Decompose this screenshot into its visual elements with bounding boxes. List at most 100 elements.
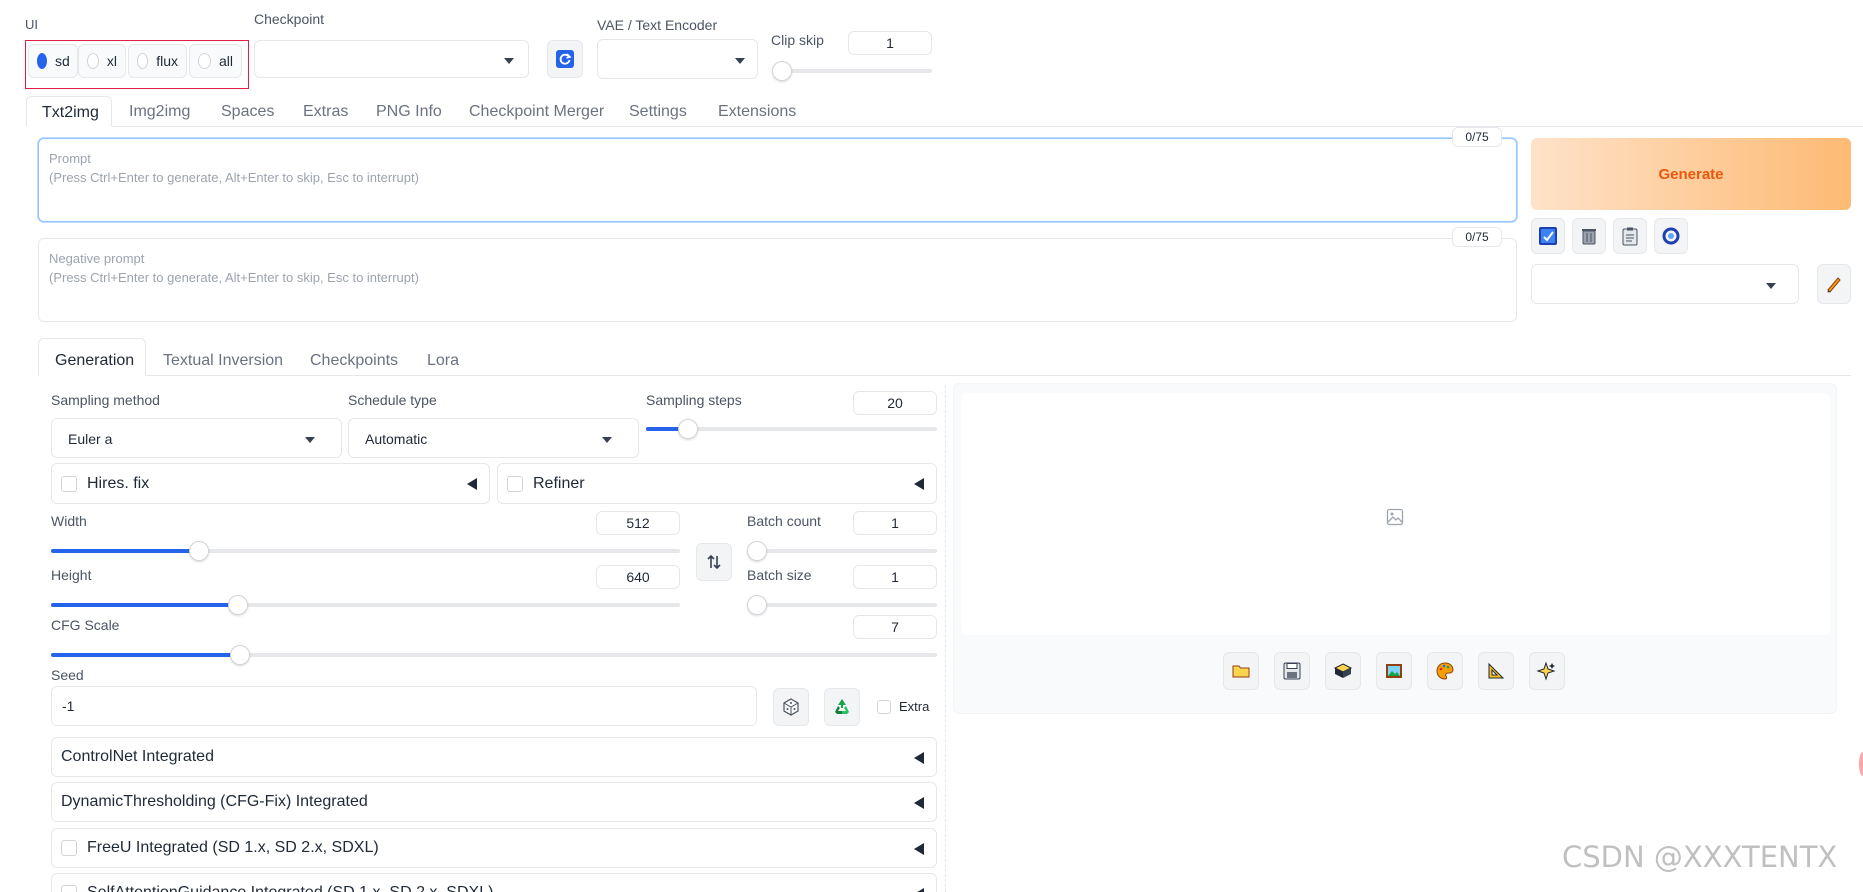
- clip-skip-input[interactable]: 1: [848, 31, 932, 55]
- checkpoint-dropdown[interactable]: [254, 40, 529, 78]
- ui-radio-xl[interactable]: xl: [78, 44, 126, 78]
- tab-settings[interactable]: Settings: [629, 103, 687, 121]
- save-button[interactable]: [1274, 652, 1310, 690]
- tab-spaces[interactable]: Spaces: [221, 103, 274, 121]
- batch-count-input[interactable]: 1: [853, 511, 937, 535]
- extra-checkbox[interactable]: [877, 699, 891, 714]
- watermark: CSDN @XXXTENTX: [1562, 840, 1838, 874]
- tab-png-info[interactable]: PNG Info: [376, 103, 442, 121]
- collapse-triangle-icon: [914, 843, 924, 855]
- sampling-method-dropdown[interactable]: Euler a: [51, 418, 342, 458]
- batch-size-slider-track[interactable]: [747, 603, 937, 607]
- width-input[interactable]: 512: [596, 511, 680, 535]
- radio-unchecked-icon: [137, 53, 149, 69]
- palette-icon: [1436, 662, 1454, 680]
- width-slider-thumb[interactable]: [189, 541, 209, 561]
- sampling-method-value: Euler a: [68, 431, 113, 447]
- show-extra-networks-button[interactable]: [1531, 218, 1565, 254]
- tab-checkpoint-merger[interactable]: Checkpoint Merger: [469, 103, 604, 121]
- tab-img2img[interactable]: Img2img: [129, 103, 190, 121]
- freeu-checkbox[interactable]: [61, 840, 77, 856]
- refiner-checkbox[interactable]: [507, 475, 523, 492]
- upscale-button[interactable]: [1529, 652, 1565, 690]
- ui-radio-xl-label: xl: [106, 53, 117, 69]
- restore-progress-button[interactable]: [1654, 218, 1688, 254]
- collapse-triangle-icon: [914, 478, 924, 490]
- extra-label: Extra: [899, 699, 930, 714]
- vae-dropdown[interactable]: [597, 39, 758, 79]
- tab-txt2img[interactable]: Txt2img: [26, 96, 112, 127]
- freeu-accordion[interactable]: FreeU Integrated (SD 1.x, SD 2.x, SDXL): [51, 828, 937, 868]
- prompt-placeholder: (Press Ctrl+Enter to generate, Alt+Enter…: [49, 170, 419, 185]
- hires-fix-accordion[interactable]: Hires. fix: [51, 463, 490, 504]
- subtab-lora[interactable]: Lora: [427, 352, 459, 370]
- send-to-img2img-button[interactable]: [1376, 652, 1412, 690]
- clear-prompt-button[interactable]: [1572, 218, 1606, 254]
- cfg-scale-slider-thumb[interactable]: [230, 645, 250, 665]
- chevron-down-icon: [735, 58, 745, 64]
- refresh-checkpoint-button[interactable]: [547, 40, 583, 78]
- negative-prompt-label: Negative prompt: [49, 251, 145, 266]
- chevron-down-icon: [602, 437, 612, 443]
- schedule-type-dropdown[interactable]: Automatic: [348, 418, 639, 458]
- extra-seed-option[interactable]: Extra: [877, 699, 929, 714]
- subtab-checkpoints[interactable]: Checkpoints: [310, 352, 398, 370]
- edit-styles-button[interactable]: [1817, 264, 1851, 304]
- checkbox-check-icon: [1539, 227, 1557, 245]
- height-slider-thumb[interactable]: [228, 595, 248, 615]
- batch-count-slider-track[interactable]: [747, 549, 937, 553]
- open-folder-button[interactable]: [1223, 652, 1259, 690]
- ui-radio-sd-label: sd: [55, 53, 70, 69]
- batch-size-input[interactable]: 1: [853, 565, 937, 589]
- collapse-triangle-icon: [914, 752, 924, 764]
- radio-checked-icon: [37, 53, 47, 69]
- send-to-extras-button[interactable]: [1478, 652, 1514, 690]
- self-attention-guidance-accordion[interactable]: SelfAttentionGuidance Integrated (SD 1.x…: [51, 873, 937, 892]
- send-to-inpaint-button[interactable]: [1427, 652, 1463, 690]
- generate-button[interactable]: Generate: [1531, 138, 1851, 210]
- random-seed-button[interactable]: [773, 688, 809, 726]
- dynamic-thresholding-accordion[interactable]: DynamicThresholding (CFG-Fix) Integrated: [51, 782, 937, 822]
- paste-prompt-button[interactable]: [1613, 218, 1647, 254]
- controlnet-accordion[interactable]: ControlNet Integrated: [51, 737, 937, 777]
- refiner-accordion[interactable]: Refiner: [497, 463, 937, 504]
- sampling-steps-slider-thumb[interactable]: [678, 419, 698, 439]
- tab-extensions[interactable]: Extensions: [718, 103, 796, 121]
- clip-skip-slider-track[interactable]: [781, 69, 932, 73]
- cycle-icon: [1662, 227, 1680, 245]
- hires-fix-checkbox[interactable]: [61, 475, 77, 492]
- package-icon: [1333, 663, 1353, 678]
- swap-dimensions-button[interactable]: [696, 543, 732, 581]
- controlnet-accordion-label: ControlNet Integrated: [61, 748, 214, 765]
- pencil-icon: [1827, 277, 1841, 293]
- height-input[interactable]: 640: [596, 565, 680, 589]
- negative-prompt-token-counter: 0/75: [1452, 227, 1502, 247]
- ui-radio-all-label: all: [218, 53, 233, 69]
- save-zip-button[interactable]: [1325, 652, 1361, 690]
- cfg-scale-input[interactable]: 7: [853, 615, 937, 639]
- framed-picture-icon: [1386, 664, 1402, 678]
- ui-radio-sd[interactable]: sd: [28, 44, 78, 78]
- styles-dropdown[interactable]: [1531, 264, 1799, 304]
- negative-prompt-textarea[interactable]: Negative prompt (Press Ctrl+Enter to gen…: [38, 238, 1517, 322]
- subtab-textual-inversion[interactable]: Textual Inversion: [163, 352, 283, 370]
- sparkles-icon: [1537, 661, 1556, 681]
- self-attention-guidance-checkbox[interactable]: [61, 885, 77, 892]
- ui-radio-flux[interactable]: flux: [128, 44, 187, 78]
- prompt-label: Prompt: [49, 151, 91, 166]
- sampling-steps-input[interactable]: 20: [853, 391, 937, 415]
- reuse-seed-button[interactable]: [824, 688, 860, 726]
- tab-txt2img-label: Txt2img: [42, 104, 99, 121]
- batch-count-slider-thumb[interactable]: [747, 541, 767, 561]
- tabs-divider: [26, 126, 1863, 127]
- clip-skip-slider-thumb[interactable]: [772, 61, 792, 81]
- tab-extras[interactable]: Extras: [303, 103, 348, 121]
- batch-size-slider-thumb[interactable]: [747, 595, 767, 615]
- subtab-generation[interactable]: Generation: [38, 338, 146, 376]
- prompt-textarea[interactable]: Prompt (Press Ctrl+Enter to generate, Al…: [38, 138, 1517, 222]
- seed-input[interactable]: -1: [51, 686, 757, 726]
- chevron-down-icon: [1766, 283, 1776, 289]
- ui-radio-all[interactable]: all: [189, 44, 242, 78]
- output-image-area[interactable]: [961, 393, 1830, 635]
- swap-arrows-icon: [707, 554, 721, 570]
